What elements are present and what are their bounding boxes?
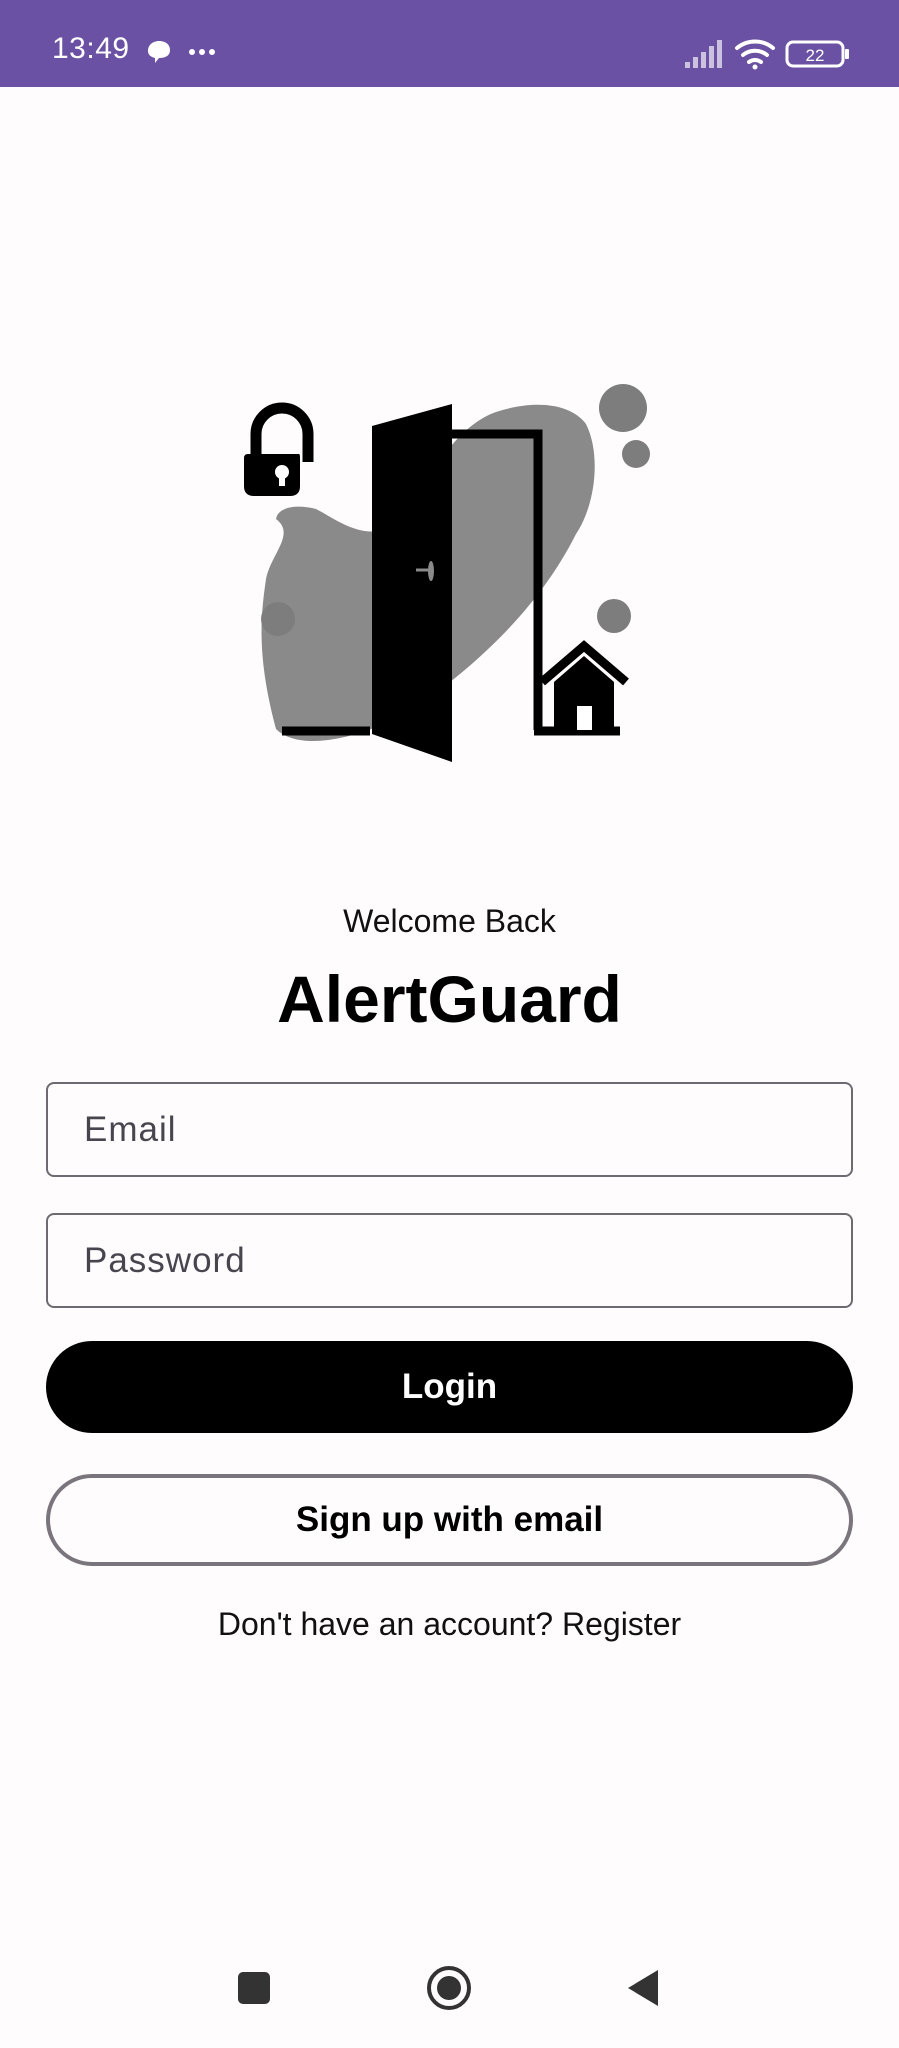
welcome-text: Welcome Back (343, 903, 556, 939)
email-input[interactable] (48, 1084, 851, 1175)
more-dots-icon (189, 49, 215, 55)
register-prompt: Don't have an account? Register (0, 1605, 899, 1643)
battery-icon: 22 (785, 40, 849, 68)
padlock-icon (244, 402, 314, 496)
password-input[interactable] (48, 1215, 851, 1306)
status-left-icons (148, 41, 215, 63)
signup-with-email-button[interactable]: Sign up with email (46, 1474, 853, 1566)
register-prompt-text: Don't have an account? (217, 1606, 554, 1642)
home-circle-icon[interactable] (419, 1958, 479, 2018)
status-right-icons: 22 (685, 39, 849, 70)
wifi-icon (735, 39, 775, 70)
navigation-bar (0, 1936, 899, 2048)
register-link[interactable]: Register (562, 1606, 681, 1642)
status-bar: 13:49 22 (0, 0, 899, 87)
status-time: 13:49 (52, 32, 130, 65)
svg-text:22: 22 (806, 46, 825, 65)
app-title: AlertGuard (277, 962, 622, 1036)
password-field[interactable] (46, 1213, 853, 1308)
open-door (372, 404, 452, 762)
recents-square-icon[interactable] (224, 1958, 284, 2018)
house-icon (539, 640, 629, 730)
login-button[interactable]: Login (46, 1341, 853, 1433)
signal-icon (685, 40, 722, 68)
back-triangle-icon[interactable] (614, 1958, 674, 2018)
chat-bubble-icon (148, 41, 170, 63)
door-security-illustration (244, 384, 650, 762)
email-field[interactable] (46, 1082, 853, 1177)
